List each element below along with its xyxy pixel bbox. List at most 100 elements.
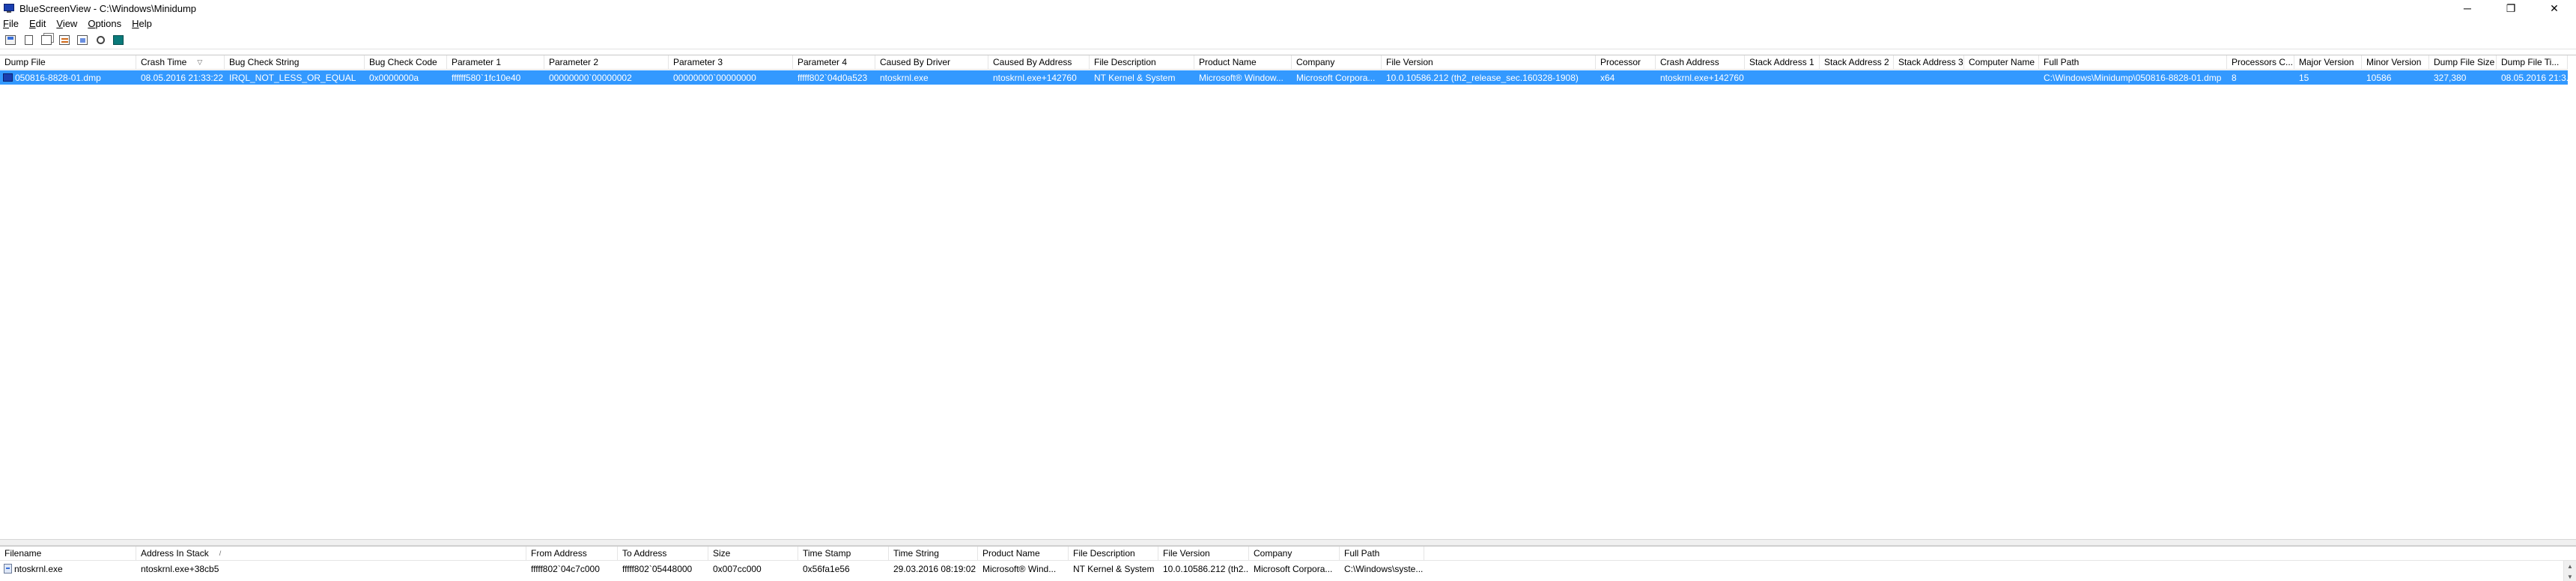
dump-list-header: Dump File Crash Time ▽ Bug Check String B… xyxy=(0,55,2568,70)
properties-icon xyxy=(77,35,88,45)
html-report-icon xyxy=(59,35,70,45)
cell-company: Microsoft Corpora... xyxy=(1296,72,1376,83)
cell-dump-file-size: 327,380 xyxy=(2434,72,2467,83)
find-icon xyxy=(96,36,105,44)
bluescreenview-app-icon[interactable] xyxy=(4,3,14,13)
column-header-parameter-1[interactable]: Parameter 1 xyxy=(447,55,544,70)
module-list-view[interactable]: Filename Address In Stack / From Address … xyxy=(0,546,2576,581)
menu-view[interactable]: View xyxy=(56,18,77,29)
column-header-parameter-3[interactable]: Parameter 3 xyxy=(669,55,793,70)
pane-splitter[interactable] xyxy=(0,539,2576,546)
column-header-full-path[interactable]: Full Path xyxy=(2039,55,2227,70)
restore-button[interactable]: ❐ xyxy=(2489,0,2533,16)
menu-options[interactable]: Options xyxy=(88,18,121,29)
column-header-from-address[interactable]: From Address xyxy=(526,547,618,561)
column-header-product-name[interactable]: Product Name xyxy=(1194,55,1292,70)
column-header-processors-count[interactable]: Processors C... xyxy=(2227,55,2294,70)
cell-to-address: fffff802`05448000 xyxy=(622,563,693,574)
cell-stack-address-3 xyxy=(1894,70,1964,85)
column-header-company-mod[interactable]: Company xyxy=(1249,547,1340,561)
column-header-stack-address-2[interactable]: Stack Address 2 xyxy=(1820,55,1894,70)
column-header-file-description[interactable]: File Description xyxy=(1090,55,1194,70)
open-document-button[interactable] xyxy=(20,33,37,48)
cell-file-version: 10.0.10586.212 (th2_release_sec.160328-1… xyxy=(1386,72,1579,83)
cell-computer-name xyxy=(1964,70,2039,85)
cell-major-version: 15 xyxy=(2299,72,2309,83)
dump-list-view[interactable]: Dump File Crash Time ▽ Bug Check String B… xyxy=(0,55,2576,539)
cell-stack-address-2 xyxy=(1820,70,1894,85)
column-header-bug-check-code[interactable]: Bug Check Code xyxy=(365,55,447,70)
cell-time-string: 29.03.2016 08:19:02 xyxy=(893,563,976,574)
column-header-crash-time[interactable]: Crash Time ▽ xyxy=(136,55,225,70)
cell-product-name: Microsoft® Window... xyxy=(1199,72,1284,83)
save-selected-button[interactable] xyxy=(2,33,19,48)
cell-bug-check-string: IRQL_NOT_LESS_OR_EQUAL xyxy=(229,72,356,83)
save-icon xyxy=(5,35,16,45)
column-header-file-description-mod[interactable]: File Description xyxy=(1069,547,1158,561)
column-header-crash-address[interactable]: Crash Address xyxy=(1656,55,1745,70)
menu-file[interactable]: File xyxy=(3,18,19,29)
cell-time-stamp: 0x56fa1e56 xyxy=(803,563,850,574)
column-header-filename[interactable]: Filename xyxy=(0,547,136,561)
cell-bug-check-code: 0x0000000a xyxy=(369,72,419,83)
window-title: BlueScreenView - C:\Windows\Minidump xyxy=(19,2,197,14)
column-header-time-string[interactable]: Time String xyxy=(889,547,978,561)
cell-caused-by-address: ntoskrnl.exe+142760 xyxy=(993,72,1077,83)
window-controls: ─ ❐ ✕ xyxy=(2446,0,2576,16)
cell-parameter-1: ffffff580`1fc10e40 xyxy=(452,72,521,83)
column-header-stack-address-1[interactable]: Stack Address 1 xyxy=(1745,55,1820,70)
menu-bar: File Edit View Options Help xyxy=(0,16,2576,31)
column-header-major-version[interactable]: Major Version xyxy=(2294,55,2362,70)
column-header-dump-file[interactable]: Dump File xyxy=(0,55,136,70)
cell-crash-address: ntoskrnl.exe+142760 xyxy=(1660,72,1744,83)
column-header-company[interactable]: Company xyxy=(1292,55,1382,70)
module-header-filler xyxy=(1424,547,2576,561)
dump-row-selected[interactable]: 050816-8828-01.dmp 08.05.2016 21:33:22 I… xyxy=(0,70,2568,85)
cell-caused-by-driver: ntoskrnl.exe xyxy=(880,72,929,83)
scroll-down-arrow-icon[interactable]: ▼ xyxy=(2564,571,2576,581)
column-header-address-in-stack[interactable]: Address In Stack / xyxy=(136,547,526,561)
cell-processors-count: 8 xyxy=(2232,72,2237,83)
column-header-parameter-4[interactable]: Parameter 4 xyxy=(793,55,875,70)
cell-address-in-stack: ntoskrnl.exe+38cb5 xyxy=(141,563,219,574)
cell-parameter-3: 00000000`00000000 xyxy=(673,72,756,83)
column-header-product-name-mod[interactable]: Product Name xyxy=(978,547,1069,561)
cell-dump-file-time: 08.05.2016 21:3... xyxy=(2501,72,2568,83)
column-header-bug-check-string[interactable]: Bug Check String xyxy=(225,55,365,70)
copy-button[interactable] xyxy=(38,33,55,48)
exit-button[interactable] xyxy=(110,33,127,48)
toolbar xyxy=(0,31,2576,49)
column-header-to-address[interactable]: To Address xyxy=(618,547,708,561)
column-header-file-version-mod[interactable]: File Version xyxy=(1158,547,1249,561)
crash-dump-icon xyxy=(3,73,13,82)
column-header-caused-by-driver[interactable]: Caused By Driver xyxy=(875,55,988,70)
column-header-minor-version[interactable]: Minor Version xyxy=(2362,55,2429,70)
html-report-button[interactable] xyxy=(56,33,73,48)
document-icon xyxy=(24,35,33,45)
cell-filename: ntoskrnl.exe xyxy=(0,562,136,576)
close-button[interactable]: ✕ xyxy=(2533,0,2576,16)
sort-ascending-icon: / xyxy=(219,550,222,557)
find-button[interactable] xyxy=(92,33,109,48)
properties-button[interactable] xyxy=(74,33,91,48)
cell-parameter-2: 00000000`00000002 xyxy=(549,72,632,83)
minimize-button[interactable]: ─ xyxy=(2446,0,2489,16)
vertical-scrollbar[interactable]: ▲ ▼ xyxy=(2563,561,2576,581)
column-header-dump-file-size[interactable]: Dump File Size xyxy=(2429,55,2497,70)
column-header-size[interactable]: Size xyxy=(708,547,798,561)
column-header-stack-address-3[interactable]: Stack Address 3 xyxy=(1894,55,1964,70)
column-header-processor[interactable]: Processor xyxy=(1596,55,1656,70)
scroll-up-arrow-icon[interactable]: ▲ xyxy=(2564,561,2576,571)
menu-help[interactable]: Help xyxy=(132,18,152,29)
module-row[interactable]: ntoskrnl.exe ntoskrnl.exe+38cb5 fffff802… xyxy=(0,562,1424,576)
column-header-parameter-2[interactable]: Parameter 2 xyxy=(544,55,669,70)
cell-size: 0x007cc000 xyxy=(713,563,762,574)
column-header-full-path-mod[interactable]: Full Path xyxy=(1340,547,1424,561)
menu-edit[interactable]: Edit xyxy=(29,18,46,29)
column-header-computer-name[interactable]: Computer Name xyxy=(1964,55,2039,70)
cell-product-name-mod: Microsoft® Wind... xyxy=(982,563,1057,574)
column-header-time-stamp[interactable]: Time Stamp xyxy=(798,547,889,561)
column-header-file-version[interactable]: File Version xyxy=(1382,55,1596,70)
column-header-caused-by-address[interactable]: Caused By Address xyxy=(988,55,1090,70)
column-header-dump-file-time[interactable]: Dump File Ti... xyxy=(2497,55,2568,70)
